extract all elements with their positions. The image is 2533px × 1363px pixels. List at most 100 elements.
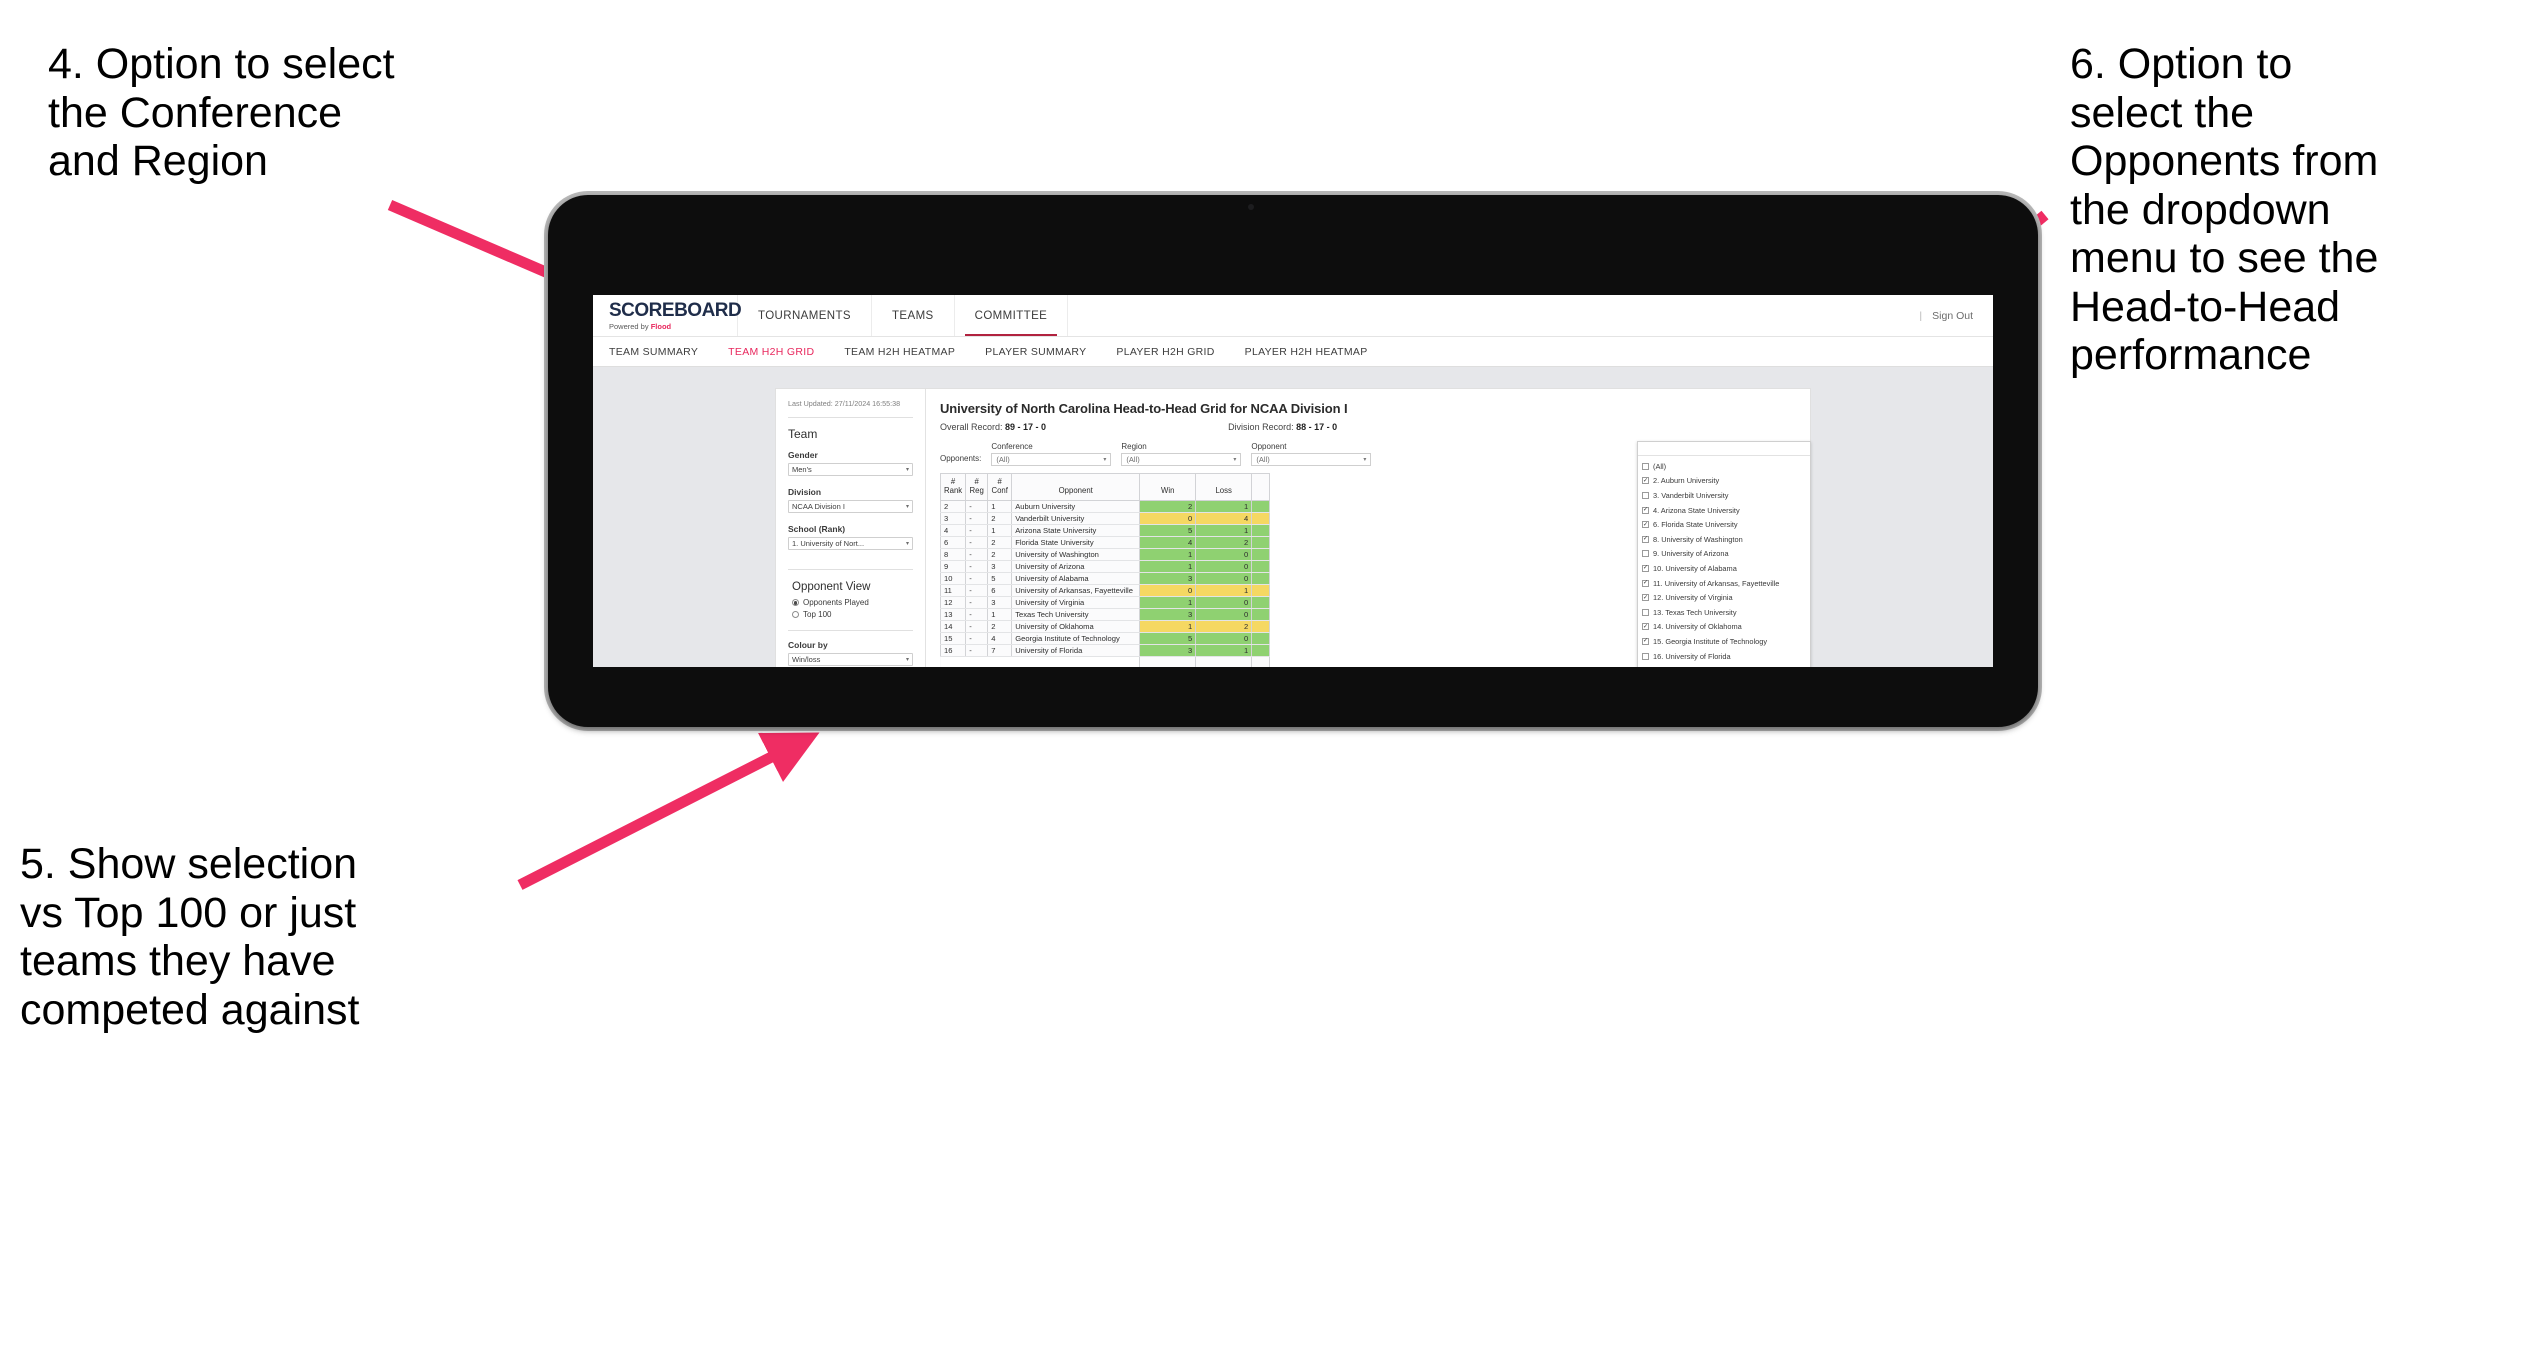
- cell-spacer: [1251, 607, 1271, 621]
- checkbox-icon[interactable]: ✓: [1642, 637, 1649, 645]
- dropdown-option[interactable]: 3. Vanderbilt University: [1638, 488, 1810, 503]
- cell-spacer: [1251, 595, 1271, 609]
- dropdown-option[interactable]: ✓ 15. Georgia Institute of Technology: [1638, 634, 1810, 649]
- radio-opponents-played[interactable]: Opponents Played: [792, 598, 913, 607]
- conference-value: (All): [996, 455, 1010, 464]
- division-select[interactable]: NCAA Division I ▾: [788, 500, 913, 514]
- dropdown-option[interactable]: ✓ 12. University of Virginia: [1638, 590, 1810, 605]
- checkbox-icon[interactable]: ✓: [1642, 477, 1649, 485]
- dropdown-option[interactable]: ✓ 6. Florida State University: [1638, 517, 1810, 532]
- cell-rank: 12: [939, 595, 967, 609]
- app-logo[interactable]: SCOREBOARD Powered by Flood: [593, 295, 742, 336]
- cell-spacer: [1251, 547, 1271, 561]
- radio-label: Opponents Played: [803, 598, 869, 608]
- annotation-4: 4. Option to select the Conference and R…: [48, 40, 395, 186]
- checkbox-icon[interactable]: ✓: [1642, 579, 1649, 587]
- sign-out-link[interactable]: Sign Out: [1932, 310, 1973, 322]
- visualization-area: Last Updated: 27/11/2024 16:55:38 Team G…: [593, 367, 1993, 667]
- tab-team-h2h-grid[interactable]: TEAM H2H GRID: [728, 346, 814, 358]
- checkbox-icon[interactable]: [1642, 608, 1649, 616]
- last-updated-text: Last Updated: 27/11/2024 16:55:38: [788, 399, 901, 408]
- opponent-select[interactable]: (All) ▾: [1251, 453, 1372, 466]
- table-row[interactable]: 14-2 University of Oklahoma 1 2: [939, 619, 1271, 633]
- checkbox-icon[interactable]: [1642, 550, 1649, 558]
- dropdown-option[interactable]: ✓ 8. University of Washington: [1638, 532, 1810, 547]
- cell-conf: 5: [987, 571, 1013, 585]
- nav-item-tournaments[interactable]: TOURNAMENTS: [738, 295, 872, 336]
- dropdown-option-label: 15. Georgia Institute of Technology: [1653, 636, 1768, 646]
- table-row[interactable]: 3-2 Vanderbilt University 0 4: [939, 511, 1271, 525]
- col-rank: # Rank: [939, 473, 967, 501]
- checkbox-icon[interactable]: ✓: [1642, 564, 1649, 572]
- cell-reg: -: [965, 535, 989, 549]
- checkbox-icon[interactable]: ✓: [1642, 506, 1649, 514]
- cell-opponent: University of Virginia: [1011, 595, 1141, 609]
- school-value: 1. University of Nort...: [792, 539, 865, 549]
- checkbox-icon[interactable]: ✓: [1642, 521, 1649, 529]
- conference-select[interactable]: (All) ▾: [991, 453, 1112, 466]
- radio-top-100[interactable]: Top 100: [792, 610, 913, 619]
- col-opponent: Opponent: [1011, 473, 1141, 501]
- cell-rank: 8: [939, 547, 967, 561]
- table-row[interactable]: 9-3 University of Arizona 1 0: [939, 559, 1271, 573]
- cell-spacer: [1251, 583, 1271, 597]
- cell-spacer: [1251, 535, 1271, 549]
- dropdown-option-label: 16. University of Florida: [1653, 651, 1731, 661]
- nav-item-teams[interactable]: TEAMS: [872, 295, 955, 336]
- dropdown-option[interactable]: ✓ 10. University of Alabama: [1638, 561, 1810, 576]
- colour-by-select[interactable]: Win/loss ▾: [788, 653, 913, 667]
- dropdown-options-list[interactable]: (All) ✓ 2. Auburn University 3. Vanderbilt …: [1638, 456, 1810, 667]
- table-row[interactable]: 16-7 University of Florida 3 1: [939, 643, 1271, 657]
- table-row[interactable]: 10-5 University of Alabama 3 0: [939, 571, 1271, 585]
- table-row[interactable]: 15-4 Georgia Institute of Technology 5 0: [939, 631, 1271, 645]
- opponent-dropdown-panel[interactable]: (All) ✓ 2. Auburn University 3. Vanderbilt …: [1637, 441, 1811, 667]
- table-row[interactable]: 6-2 Florida State University 4 2: [939, 535, 1271, 549]
- cell-reg: -: [965, 607, 989, 621]
- tab-team-h2h-heatmap[interactable]: TEAM H2H HEATMAP: [844, 346, 955, 358]
- dropdown-option-label: 13. Texas Tech University: [1653, 607, 1737, 617]
- division-label: Division: [788, 487, 822, 498]
- checkbox-icon[interactable]: ✓: [1642, 594, 1649, 602]
- dropdown-option[interactable]: ✓ 14. University of Oklahoma: [1638, 620, 1810, 635]
- dropdown-option[interactable]: ✓ 11. University of Arkansas, Fayettevill…: [1638, 576, 1810, 591]
- table-row[interactable]: 11-6 University of Arkansas, Fayetteville…: [939, 583, 1271, 597]
- region-select[interactable]: (All) ▾: [1121, 453, 1242, 466]
- tab-player-h2h-heatmap[interactable]: PLAYER H2H HEATMAP: [1245, 346, 1368, 358]
- table-row[interactable]: 8-2 University of Washington 1 0: [939, 547, 1271, 561]
- dropdown-option[interactable]: 13. Texas Tech University: [1638, 605, 1810, 620]
- record-row: Overall Record: 89 - 17 - 0 Division Rec…: [940, 422, 1796, 432]
- opponent-label: Opponent: [1251, 442, 1287, 451]
- school-label: School (Rank): [788, 524, 846, 535]
- cell-spacer: [1251, 631, 1271, 645]
- checkbox-icon[interactable]: ✓: [1642, 535, 1649, 543]
- cell-opponent: University of Arkansas, Fayetteville: [1011, 583, 1141, 597]
- checkbox-icon[interactable]: [1642, 491, 1649, 499]
- dropdown-option[interactable]: ✓ 2. Auburn University: [1638, 474, 1810, 489]
- table-row[interactable]: 4-1 Arizona State University 5 1: [939, 523, 1271, 537]
- dropdown-option[interactable]: 9. University of Arizona: [1638, 547, 1810, 562]
- tab-player-summary[interactable]: PLAYER SUMMARY: [985, 346, 1086, 358]
- nav-item-committee[interactable]: COMMITTEE: [955, 295, 1069, 336]
- dropdown-option[interactable]: 18. University of Illinois: [1638, 663, 1810, 667]
- school-select[interactable]: 1. University of Nort... ▾: [788, 537, 913, 551]
- dropdown-search-input[interactable]: [1638, 442, 1810, 456]
- checkbox-icon[interactable]: [1642, 652, 1649, 660]
- cell-win: 5: [1139, 523, 1197, 537]
- table-row[interactable]: 13-1 Texas Tech University 3 0: [939, 607, 1271, 621]
- cell-conf: 2: [987, 511, 1013, 525]
- cell-conf: 1: [987, 523, 1013, 537]
- header-divider: |: [1919, 309, 1923, 322]
- table-row[interactable]: 2-1 Auburn University 2 1: [939, 499, 1271, 513]
- tab-team-summary[interactable]: TEAM SUMMARY: [609, 346, 698, 358]
- tab-player-h2h-grid[interactable]: PLAYER H2H GRID: [1116, 346, 1214, 358]
- dropdown-option[interactable]: 16. University of Florida: [1638, 649, 1810, 664]
- checkbox-icon[interactable]: ✓: [1642, 623, 1649, 631]
- region-value: (All): [1126, 455, 1140, 464]
- gender-select[interactable]: Men's ▾: [788, 463, 913, 477]
- conference-label: Conference: [991, 442, 1033, 451]
- table-row[interactable]: 12-3 University of Virginia 1 0: [939, 595, 1271, 609]
- checkbox-icon[interactable]: [1642, 462, 1649, 470]
- cell-win: 0: [1139, 511, 1197, 525]
- dropdown-option[interactable]: (All): [1638, 459, 1810, 474]
- dropdown-option[interactable]: ✓ 4. Arizona State University: [1638, 503, 1810, 518]
